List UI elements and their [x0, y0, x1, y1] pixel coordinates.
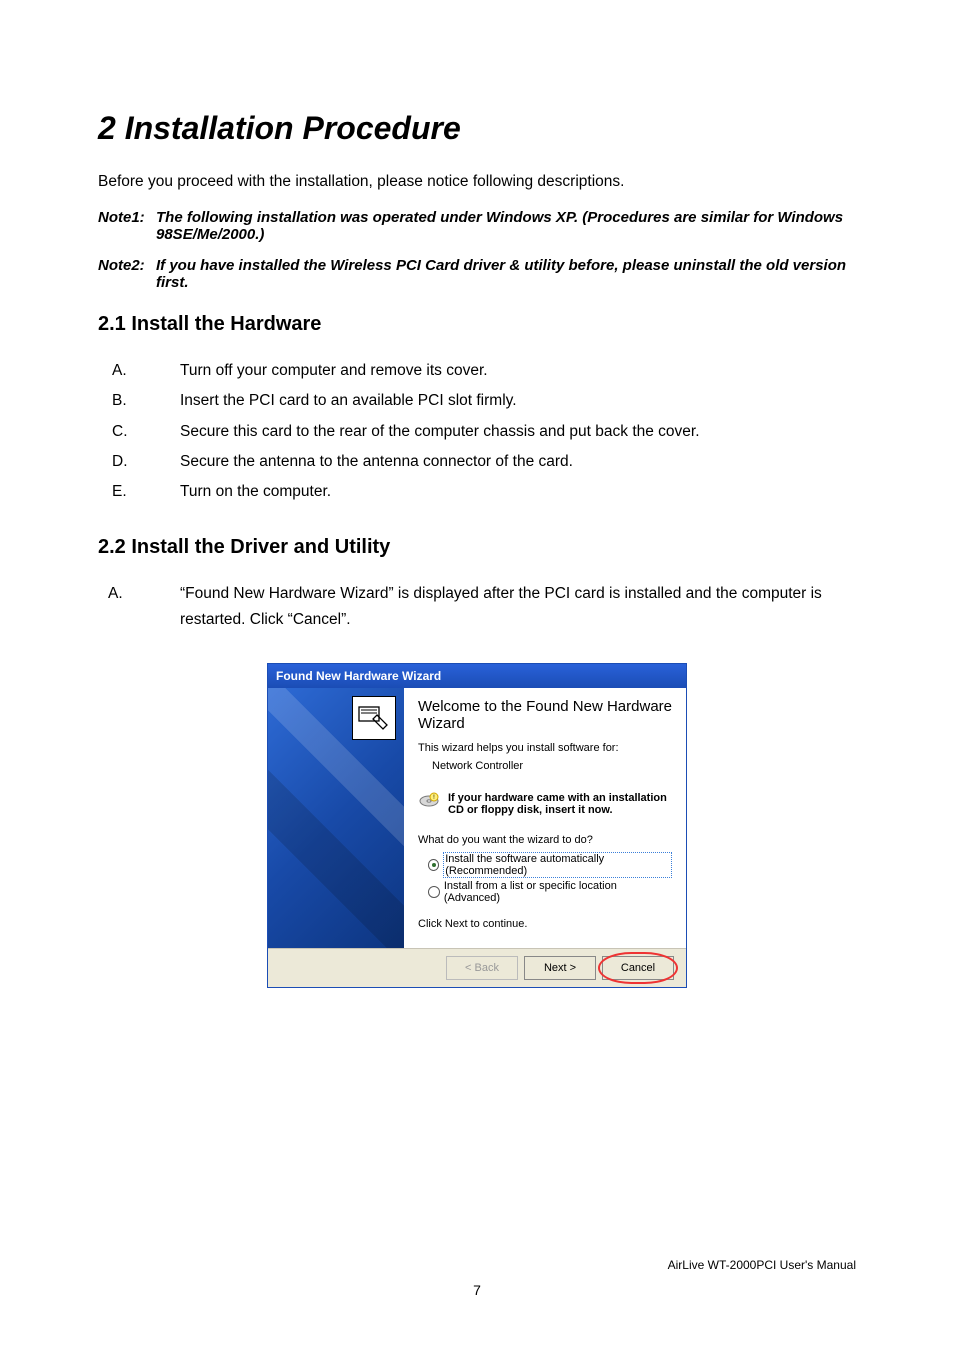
wizard-radio-auto[interactable]: Install the software automatically (Reco…: [428, 852, 672, 878]
intro-paragraph: Before you proceed with the installation…: [98, 173, 856, 191]
footer-brand: AirLive WT-2000PCI User's Manual: [668, 1258, 856, 1272]
list-text: Secure this card to the rear of the comp…: [180, 419, 856, 445]
list-item: C. Secure this card to the rear of the c…: [98, 419, 856, 445]
list-text: Insert the PCI card to an available PCI …: [180, 388, 856, 414]
list-letter: E.: [112, 479, 132, 505]
wizard-body: Welcome to the Found New Hardware Wizard…: [268, 688, 686, 948]
wizard-button-bar: < Back Next > Cancel: [268, 948, 686, 987]
page: 2 Installation Procedure Before you proc…: [0, 0, 954, 1350]
wizard-titlebar: Found New Hardware Wizard: [268, 664, 686, 688]
section-2-2-title: 2.2 Install the Driver and Utility: [98, 536, 856, 559]
wizard-question: What do you want the wizard to do?: [418, 834, 672, 846]
list-item: D. Secure the antenna to the antenna con…: [98, 449, 856, 475]
wizard-cd-hint: ! If your hardware came with an installa…: [418, 792, 672, 816]
cd-icon: !: [418, 792, 440, 814]
section-2-1-title: 2.1 Install the Hardware: [98, 313, 856, 336]
note-2-text: If you have installed the Wireless PCI C…: [156, 257, 856, 291]
wizard-dialog: Found New Hardware Wizard Welcome to the…: [267, 663, 687, 988]
list-letter: C.: [112, 419, 132, 445]
list-item: B. Insert the PCI card to an available P…: [98, 388, 856, 414]
wizard-helps-label: This wizard helps you install software f…: [418, 742, 672, 754]
list-letter: A.: [108, 581, 128, 634]
wizard-radio-auto-label: Install the software automatically (Reco…: [443, 852, 672, 878]
list-text: Turn off your computer and remove its co…: [180, 358, 856, 384]
radio-unselected-icon: [428, 886, 440, 898]
cancel-button[interactable]: Cancel: [602, 956, 674, 980]
note-1: Note1: The following installation was op…: [98, 209, 856, 243]
cancel-button-label: Cancel: [621, 962, 655, 974]
list-text: Secure the antenna to the antenna connec…: [180, 449, 856, 475]
radio-selected-icon: [428, 859, 439, 871]
next-button[interactable]: Next >: [524, 956, 596, 980]
list-letter: D.: [112, 449, 132, 475]
list-letter: A.: [112, 358, 132, 384]
list-item: E. Turn on the computer.: [98, 479, 856, 505]
note-2-label: Note2:: [98, 257, 156, 291]
wizard-continue-hint: Click Next to continue.: [418, 918, 672, 930]
list-item: A. “Found New Hardware Wizard” is displa…: [98, 581, 856, 634]
wizard-radio-advanced[interactable]: Install from a list or specific location…: [428, 880, 672, 904]
note-2: Note2: If you have installed the Wireles…: [98, 257, 856, 291]
wizard-side-graphic: [268, 688, 404, 948]
list-text: Turn on the computer.: [180, 479, 856, 505]
wizard-cd-text: If your hardware came with an installati…: [448, 792, 672, 816]
list-letter: B.: [112, 388, 132, 414]
wizard-radio-advanced-label: Install from a list or specific location…: [444, 880, 672, 904]
chapter-title: 2 Installation Procedure: [98, 110, 856, 147]
wizard-heading: Welcome to the Found New Hardware Wizard: [418, 698, 672, 732]
back-button: < Back: [446, 956, 518, 980]
wizard-main: Welcome to the Found New Hardware Wizard…: [404, 688, 686, 948]
wizard-device-name: Network Controller: [432, 760, 672, 772]
note-1-text: The following installation was operated …: [156, 209, 856, 243]
list-item: A. Turn off your computer and remove its…: [98, 358, 856, 384]
section-2-1-list: A. Turn off your computer and remove its…: [98, 358, 856, 506]
hardware-icon: [352, 696, 396, 740]
note-1-label: Note1:: [98, 209, 156, 243]
page-number: 7: [0, 1282, 954, 1298]
section-2-2-list: A. “Found New Hardware Wizard” is displa…: [98, 581, 856, 634]
list-text: “Found New Hardware Wizard” is displayed…: [180, 581, 856, 634]
